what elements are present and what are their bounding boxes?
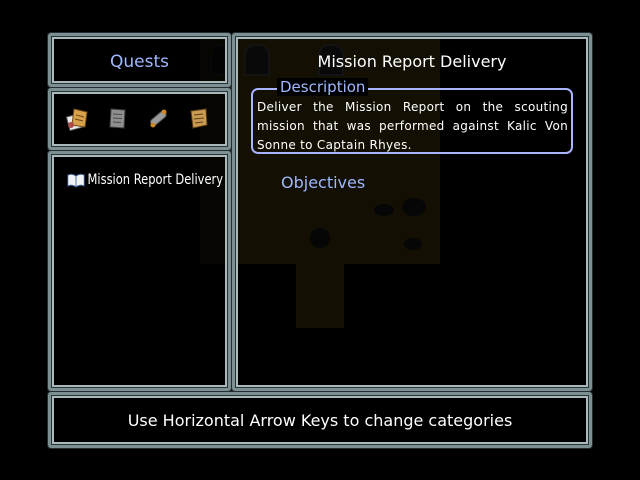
quest-detail-window: Mission Report Delivery Description Deli… <box>232 33 592 391</box>
description-label: Description <box>277 78 369 96</box>
parchment-icon[interactable] <box>105 103 131 133</box>
open-book-icon <box>67 173 85 188</box>
rolled-scroll-icon[interactable] <box>145 103 171 133</box>
old-scroll-icon[interactable] <box>185 103 211 133</box>
help-text: Use Horizontal Arrow Keys to change cate… <box>127 411 513 430</box>
description-text: Deliver the Mission Report on the scouti… <box>257 100 568 152</box>
quests-title: Quests <box>110 52 169 72</box>
objectives-label: Objectives <box>281 173 366 192</box>
category-icons-window <box>48 88 231 150</box>
category-icons-row <box>65 103 211 133</box>
quest-list-item-label: Mission Report Delivery <box>87 172 224 188</box>
quest-title: Mission Report Delivery <box>317 52 507 71</box>
quests-header-window: Quests <box>48 33 231 87</box>
description-box: Description Deliver the Mission Report o… <box>251 78 573 154</box>
help-window: Use Horizontal Arrow Keys to change cate… <box>48 392 592 448</box>
scroll-bundle-icon[interactable] <box>65 103 91 133</box>
quest-list-item[interactable]: Mission Report Delivery <box>67 172 223 188</box>
quest-list-window: Mission Report Delivery <box>48 151 231 391</box>
